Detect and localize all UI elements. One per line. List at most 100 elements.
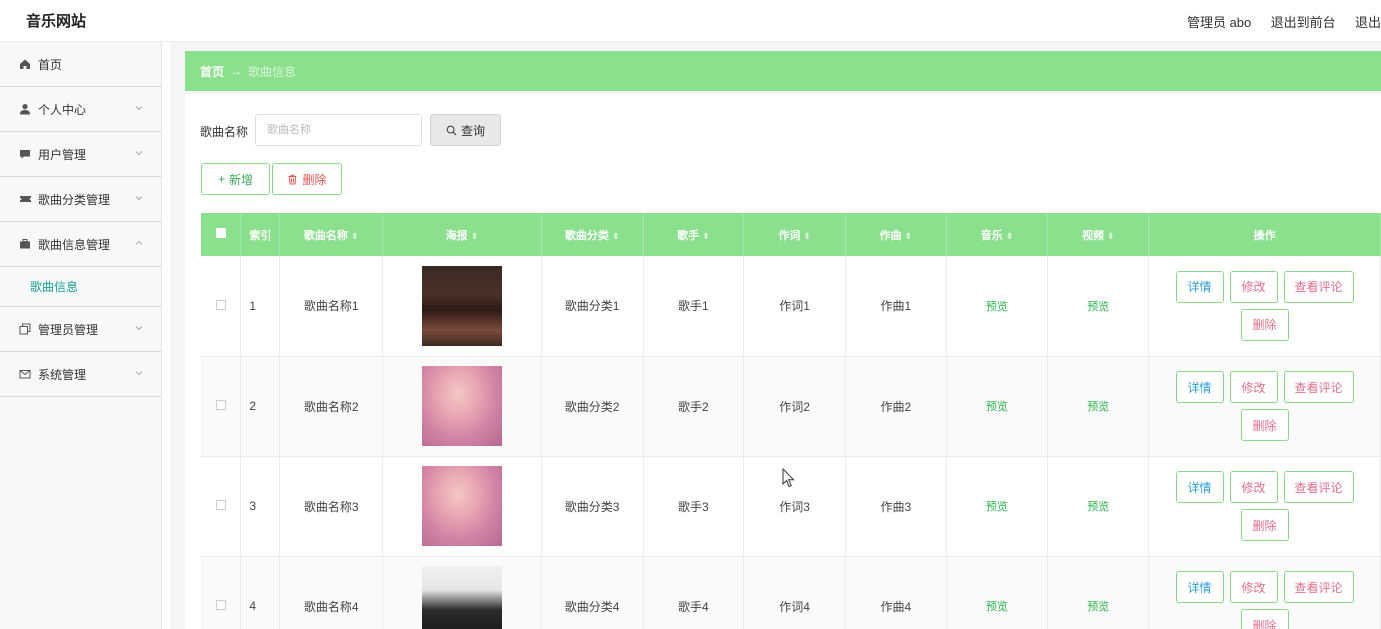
chevron-down-icon: [135, 326, 143, 331]
poster-image[interactable]: [421, 366, 502, 446]
delete-button[interactable]: 删除: [1240, 308, 1289, 341]
trash-icon: [288, 174, 297, 184]
mail-icon: [18, 367, 32, 381]
sidebar-item-profile[interactable]: 个人中心: [0, 87, 161, 132]
delete-button[interactable]: 删除: [1240, 409, 1289, 441]
batch-delete-button[interactable]: 删除: [272, 163, 342, 195]
edit-button[interactable]: 修改: [1229, 571, 1278, 603]
copy-icon: [18, 322, 32, 336]
chevron-down-icon: [135, 106, 143, 111]
breadcrumb-home[interactable]: 首页: [200, 63, 224, 80]
add-button[interactable]: + 新增: [201, 163, 270, 195]
music-preview-link[interactable]: 预览: [986, 501, 1008, 513]
song-table: 索引 歌曲名称 ⬍ 海报 ⬍ 歌曲分类 ⬍ 歌手 ⬍ 作词 ⬍ 作曲 ⬍ 音乐 ⬍ 视频 ⬍ 操…: [201, 213, 1381, 629]
sort-icon[interactable]: ⬍: [803, 231, 811, 241]
row-actions: 详情 修改 查看评论 删除: [1170, 471, 1360, 541]
mouse-cursor-icon: [782, 468, 795, 488]
poster-image[interactable]: [421, 566, 502, 629]
table-row: 4 歌曲名称4 歌曲分类4 歌手4 作词4 作曲4 预览 预览 详情 修改 查看…: [201, 556, 1381, 629]
sidebar-item-system[interactable]: 系统管理: [0, 352, 161, 397]
sort-icon[interactable]: ⬍: [1006, 231, 1014, 241]
sidebar-item-song-info[interactable]: 歌曲信息管理: [0, 222, 161, 267]
header-select-all[interactable]: [201, 213, 242, 256]
view-comments-button[interactable]: 查看评论: [1283, 471, 1354, 503]
video-preview-link[interactable]: 预览: [1087, 401, 1109, 413]
column-header-composer[interactable]: 作曲 ⬍: [845, 213, 947, 256]
column-header-video[interactable]: 视频 ⬍: [1047, 213, 1150, 256]
query-button[interactable]: 查询: [430, 114, 501, 146]
row-category: 歌曲分类3: [541, 456, 644, 557]
table-header-row: 索引 歌曲名称 ⬍ 海报 ⬍ 歌曲分类 ⬍ 歌手 ⬍ 作词 ⬍ 作曲 ⬍ 音乐 ⬍ 视频 ⬍ 操…: [201, 213, 1381, 256]
row-lyricist: 作词2: [743, 356, 846, 457]
detail-button[interactable]: 详情: [1175, 471, 1224, 503]
add-button-label: 新增: [229, 172, 254, 187]
row-actions: 详情 修改 查看评论 删除: [1170, 270, 1360, 341]
song-name-search-input[interactable]: [255, 114, 422, 146]
sort-icon[interactable]: ⬍: [1107, 231, 1115, 241]
row-composer: 作曲1: [845, 256, 947, 357]
sidebar-item-label: 用户管理: [38, 147, 87, 162]
sort-icon[interactable]: ⬍: [471, 231, 479, 241]
row-index: 3: [240, 456, 281, 557]
detail-button[interactable]: 详情: [1175, 371, 1224, 403]
column-header-category[interactable]: 歌曲分类 ⬍: [541, 213, 644, 256]
sort-icon[interactable]: ⬍: [702, 231, 710, 241]
row-actions: 详情 修改 查看评论 删除: [1170, 571, 1360, 629]
query-button-label: 查询: [460, 123, 485, 138]
row-song-name: 歌曲名称1: [279, 256, 384, 357]
video-preview-link[interactable]: 预览: [1087, 601, 1109, 613]
poster-image[interactable]: [421, 265, 502, 346]
column-header-poster[interactable]: 海报 ⬍: [382, 213, 542, 256]
row-checkbox[interactable]: [215, 600, 226, 610]
column-header-actions: 操作: [1148, 213, 1381, 256]
sort-icon[interactable]: ⬍: [612, 231, 620, 241]
column-header-name[interactable]: 歌曲名称 ⬍: [279, 213, 384, 256]
sidebar-item-label: 歌曲分类管理: [38, 192, 111, 207]
sort-icon[interactable]: ⬍: [351, 231, 359, 241]
sidebar-item-label: 歌曲信息管理: [38, 237, 111, 252]
select-all-checkbox[interactable]: [215, 228, 226, 238]
music-preview-link[interactable]: 预览: [986, 401, 1008, 413]
view-comments-button[interactable]: 查看评论: [1283, 571, 1354, 603]
music-preview-link[interactable]: 预览: [986, 301, 1008, 313]
sidebar-item-home[interactable]: 首页: [0, 42, 161, 87]
logout-link[interactable]: 退出: [1355, 12, 1381, 31]
view-comments-button[interactable]: 查看评论: [1283, 371, 1354, 403]
breadcrumb-current: 歌曲信息: [248, 64, 297, 79]
row-lyricist: 作词1: [743, 256, 846, 357]
delete-button[interactable]: 删除: [1240, 609, 1289, 629]
row-checkbox[interactable]: [215, 299, 226, 310]
music-preview-link[interactable]: 预览: [986, 601, 1008, 613]
row-checkbox[interactable]: [215, 500, 226, 510]
row-index: 2: [240, 356, 281, 457]
sidebar-subitem-song-info[interactable]: 歌曲信息: [0, 267, 161, 307]
sidebar-item-song-category[interactable]: 歌曲分类管理: [0, 177, 161, 222]
back-to-front-link[interactable]: 退出到前台: [1271, 12, 1336, 31]
column-header-lyricist[interactable]: 作词 ⬍: [743, 213, 846, 256]
detail-button[interactable]: 详情: [1175, 270, 1224, 303]
sidebar-item-label: 个人中心: [38, 102, 87, 117]
sidebar-item-label: 首页: [38, 57, 63, 72]
edit-button[interactable]: 修改: [1229, 471, 1278, 503]
row-actions: 详情 修改 查看评论 删除: [1170, 371, 1360, 441]
batch-delete-label: 删除: [302, 172, 327, 187]
sidebar-item-admins[interactable]: 管理员管理: [0, 307, 161, 352]
video-preview-link[interactable]: 预览: [1087, 301, 1109, 313]
edit-button[interactable]: 修改: [1229, 270, 1278, 303]
sidebar-item-users[interactable]: 用户管理: [0, 132, 161, 177]
column-header-singer[interactable]: 歌手 ⬍: [643, 213, 745, 256]
home-icon: [18, 57, 32, 71]
sidebar-item-label: 系统管理: [38, 367, 87, 382]
briefcase-icon: [18, 237, 32, 251]
view-comments-button[interactable]: 查看评论: [1283, 270, 1354, 303]
row-checkbox[interactable]: [215, 400, 226, 410]
delete-button[interactable]: 删除: [1240, 509, 1289, 541]
poster-image[interactable]: [421, 466, 502, 546]
row-index: 1: [240, 256, 281, 357]
sort-icon[interactable]: ⬍: [905, 231, 913, 241]
column-header-music[interactable]: 音乐 ⬍: [946, 213, 1049, 256]
list-panel: 歌曲名称 查询 + 新增 删除 索引 歌曲名称⬍: [185, 94, 1381, 629]
detail-button[interactable]: 详情: [1175, 571, 1224, 603]
edit-button[interactable]: 修改: [1229, 371, 1278, 403]
video-preview-link[interactable]: 预览: [1087, 501, 1109, 513]
